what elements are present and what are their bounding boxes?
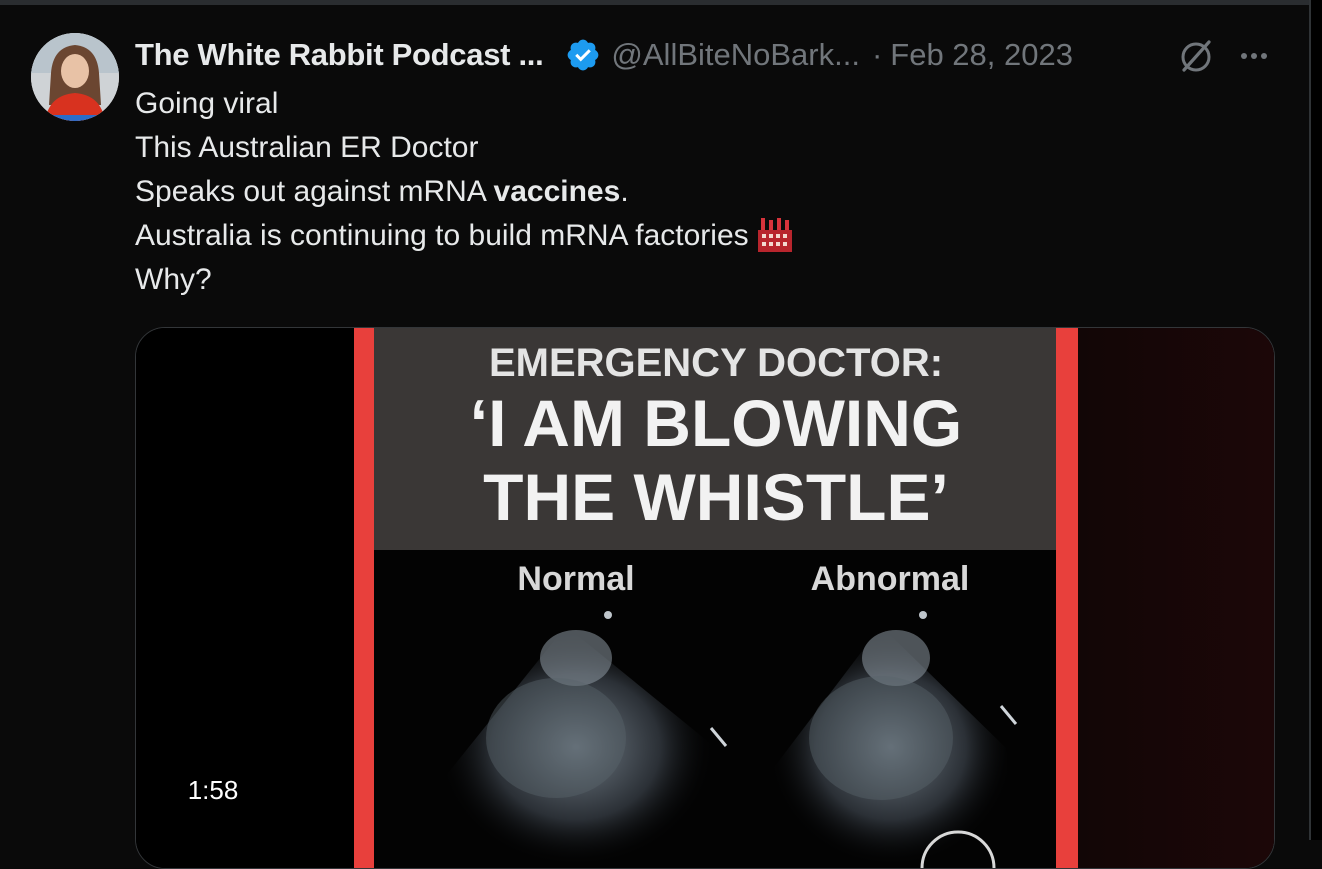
text-line-5: Why? [135, 263, 212, 296]
video-red-border-right [1056, 328, 1078, 868]
text-line-3-bold: vaccines [493, 175, 621, 208]
video-player[interactable]: EMERGENCY DOCTOR: ‘I AM BLOWING THE WHIS… [135, 327, 1275, 869]
separator-dot: · [871, 37, 883, 72]
video-label-normal: Normal [517, 560, 634, 598]
text-line-3: Speaks out against mRNA vaccines. [135, 170, 795, 214]
grok-icon[interactable] [1176, 36, 1216, 76]
tweet-text: Going viral This Australian ER Doctor Sp… [135, 82, 795, 302]
text-line-4: Australia is continuing to build mRNA fa… [135, 214, 795, 258]
text-line-4-text: Australia is continuing to build mRNA fa… [135, 219, 749, 252]
video-headline-line1: ‘I AM BLOWING [470, 386, 963, 460]
video-headline-top: EMERGENCY DOCTOR: [489, 341, 943, 385]
factory-emoji-icon [757, 218, 792, 253]
top-divider [0, 0, 1310, 5]
text-line-3-prefix: Speaks out against mRNA [135, 175, 494, 208]
avatar-image [31, 33, 119, 121]
video-label-abnormal: Abnormal [811, 560, 970, 598]
video-duration-badge: 1:58 [170, 770, 256, 810]
video-headline-line2: THE WHISTLE’ [483, 460, 949, 534]
text-line-2: This Australian ER Doctor [135, 131, 479, 164]
text-line-1: Going viral [135, 87, 279, 120]
more-options-icon[interactable] [1234, 36, 1274, 76]
avatar[interactable] [31, 33, 119, 121]
right-edge [1311, 0, 1322, 840]
tweet-date[interactable]: Feb 28, 2023 [890, 37, 1073, 73]
tweet-header: The White Rabbit Podcast ... @AllBiteNoB… [135, 33, 1073, 77]
verified-badge-icon[interactable] [565, 37, 601, 73]
user-handle[interactable]: @AllBiteNoBark... [611, 37, 860, 73]
video-frame: EMERGENCY DOCTOR: ‘I AM BLOWING THE WHIS… [136, 328, 1274, 868]
text-line-3-suffix: . [620, 175, 629, 208]
display-name[interactable]: The White Rabbit Podcast ... [135, 37, 544, 73]
video-red-border-left [354, 328, 374, 868]
